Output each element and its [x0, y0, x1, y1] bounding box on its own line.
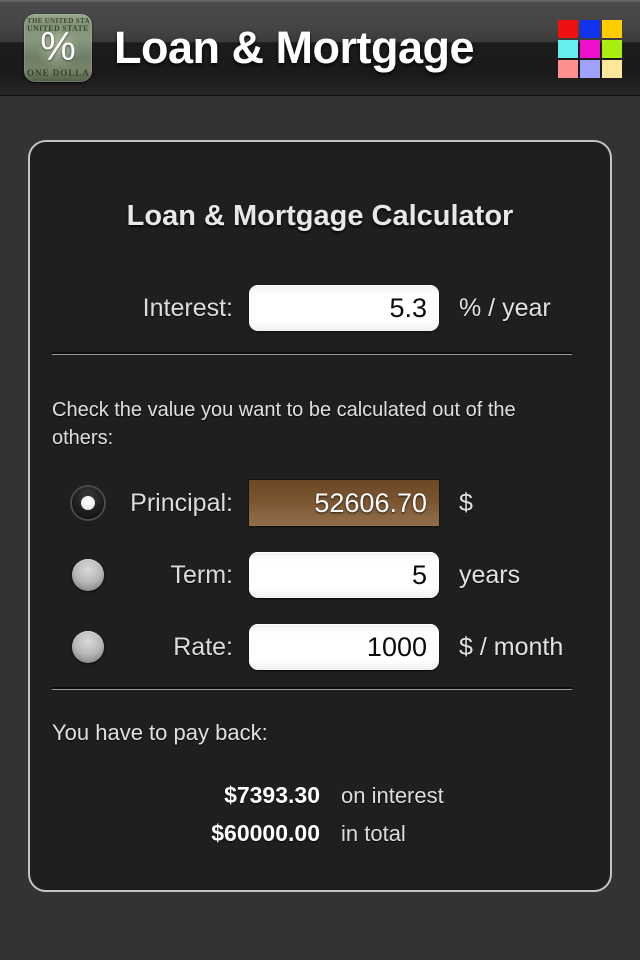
color-swatch-2[interactable]	[602, 20, 622, 38]
result-amount-interest: $7393.30	[224, 782, 320, 808]
option-row-principal: Principal: $	[30, 479, 610, 527]
color-palette-grid[interactable]	[558, 20, 622, 78]
color-swatch-5[interactable]	[602, 40, 622, 58]
principal-unit: $	[459, 488, 473, 517]
result-row-interest: $7393.30 on interest	[30, 782, 610, 809]
term-input[interactable]	[249, 552, 439, 598]
interest-label: Interest:	[142, 293, 233, 322]
bill-text-bottom: ONE DOLLAR	[27, 68, 89, 77]
term-label: Term:	[170, 560, 234, 589]
color-swatch-6[interactable]	[558, 60, 578, 78]
result-row-total: $60000.00 in total	[30, 820, 610, 847]
term-unit: years	[459, 560, 521, 589]
rate-unit: $ / month	[459, 632, 564, 661]
bill-text-top: THE UNITED STATES OF AMERICA	[27, 16, 89, 25]
interest-unit: % / year	[459, 293, 551, 322]
divider-top	[52, 352, 572, 355]
calculator-card: Loan & Mortgage Calculator Interest: % /…	[28, 140, 612, 892]
percent-icon: %	[40, 24, 76, 69]
color-swatch-1[interactable]	[580, 20, 600, 38]
option-row-rate: Rate: $ / month	[30, 623, 610, 671]
page-title: Loan & Mortgage	[114, 21, 475, 73]
color-swatch-3[interactable]	[558, 40, 578, 58]
results-intro: You have to pay back:	[52, 720, 268, 745]
radio-term[interactable]	[72, 559, 104, 591]
color-swatch-4[interactable]	[580, 40, 600, 58]
app-icon: THE UNITED STATES OF AMERICA UNITED STAT…	[24, 13, 92, 82]
calculation-hint: Check the value you want to be calculate…	[52, 399, 516, 449]
divider-bottom	[52, 687, 572, 690]
rate-input[interactable]	[249, 624, 439, 670]
radio-rate[interactable]	[72, 631, 104, 663]
color-swatch-7[interactable]	[580, 60, 600, 78]
result-amount-total: $60000.00	[211, 820, 320, 846]
principal-label: Principal:	[130, 488, 233, 517]
result-desc-interest: on interest	[341, 783, 444, 808]
interest-input[interactable]	[249, 285, 439, 331]
color-swatch-0[interactable]	[558, 20, 578, 38]
radio-principal[interactable]	[72, 487, 104, 519]
option-row-term: Term: years	[30, 551, 610, 599]
result-desc-total: in total	[341, 821, 406, 846]
color-swatch-8[interactable]	[602, 60, 622, 78]
rate-label: Rate:	[173, 632, 233, 661]
calculator-title: Loan & Mortgage Calculator	[126, 200, 514, 232]
app-header: THE UNITED STATES OF AMERICA UNITED STAT…	[0, 0, 640, 96]
interest-row: Interest: % / year	[30, 285, 610, 331]
principal-input[interactable]	[249, 480, 439, 526]
